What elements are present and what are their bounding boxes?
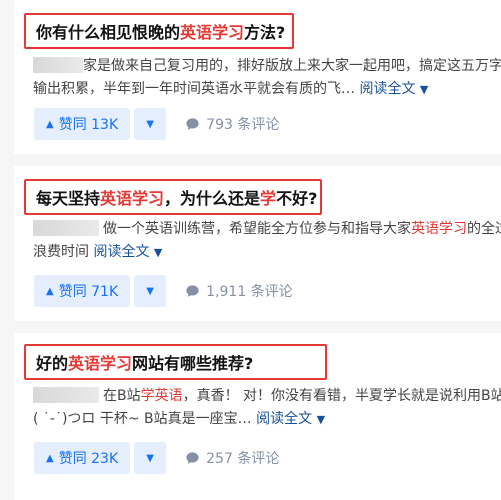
vote-count: 赞同 23K [58, 451, 119, 467]
title-text: 好的 [36, 354, 69, 373]
comment-count: 1,911 条评论 [206, 284, 293, 300]
excerpt-line: ，真香！ 对！你没有看错，半夏学长就是说利用B站 [182, 388, 501, 404]
chevron-down-icon[interactable]: ▼ [154, 246, 162, 259]
triangle-up-icon: ▲ [46, 452, 54, 464]
comment-count: 257 条评论 [206, 451, 280, 467]
read-more-link[interactable]: 阅读全文 [359, 81, 415, 97]
question-title[interactable]: 每天坚持 英语学习 ，为什么还是学不好? [24, 179, 322, 215]
comment-button[interactable]: 1,911 条评论 [185, 281, 293, 301]
title-text: ，为什么还是 [164, 189, 261, 208]
vote-count: 赞同 71K [58, 284, 119, 300]
triangle-up-icon: ▲ [46, 118, 54, 130]
title-text: 方法? [244, 23, 286, 42]
answer-excerpt[interactable]: 在B站学英语，真香！ 对！你没有看错，半夏学长就是说利用B站 ( ˙-˙)つロ … [33, 385, 501, 431]
excerpt-line: 做一个英语训练营，希望能全方位参与和指导大家 [103, 221, 411, 237]
excerpt-line: 家是做来自己复习用的，排好版放上来大家一起用吧，搞定这五万字 [83, 58, 501, 74]
title-text: 你有什么相见恨晚的 [36, 23, 181, 42]
action-bar: ▲ 赞同 23K ▼ 257 条评论 [34, 442, 279, 474]
title-keyword: 学 [260, 189, 277, 208]
title-text: 不好? [276, 189, 318, 208]
question-title[interactable]: 你有什么相见恨晚的 英语学习 方法? [24, 13, 294, 49]
title-keyword: 英语学习 [68, 354, 133, 373]
title-text: 每天坚持 [36, 189, 101, 208]
blurred-author [33, 57, 83, 73]
answer-excerpt[interactable]: 家是做来自己复习用的，排好版放上来大家一起用吧，搞定这五万字 输出积累，半年到一… [33, 55, 501, 101]
speech-bubble-icon [186, 117, 199, 130]
speech-bubble-icon [186, 284, 199, 297]
chevron-down-icon[interactable]: ▼ [420, 83, 428, 96]
blurred-author [33, 387, 99, 403]
upvote-button[interactable]: ▲ 赞同 13K [34, 108, 131, 140]
action-bar: ▲ 赞同 71K ▼ 1,911 条评论 [34, 275, 293, 307]
downvote-button[interactable]: ▼ [134, 275, 167, 307]
triangle-down-icon: ▼ [146, 285, 154, 297]
blurred-author [33, 220, 99, 236]
comment-button[interactable]: 257 条评论 [185, 448, 279, 468]
speech-bubble-icon [186, 451, 199, 464]
triangle-down-icon: ▼ [146, 452, 154, 464]
excerpt-line: 输出积累，半年到一年时间英语水平就会有质的飞… [33, 81, 355, 97]
excerpt-keyword: 学英语 [140, 388, 183, 404]
question-title[interactable]: 好的 英语学习 网站有哪些推荐? [24, 344, 327, 380]
comment-button[interactable]: 793 条评论 [185, 114, 279, 134]
upvote-button[interactable]: ▲ 赞同 23K [34, 442, 131, 474]
excerpt-line: 的全过 [467, 221, 501, 237]
answer-card: 好的 英语学习 网站有哪些推荐? 在B站学英语，真香！ 对！你没有看错，半夏学长就是… [14, 333, 501, 500]
comment-count: 793 条评论 [206, 117, 280, 133]
answer-card: 每天坚持 英语学习 ，为什么还是学不好? 做一个英语训练营，希望能全方位参与和指导大… [14, 166, 501, 321]
excerpt-line: 在B站 [103, 388, 141, 404]
triangle-down-icon: ▼ [146, 118, 154, 130]
answer-card: 你有什么相见恨晚的 英语学习 方法? 家是做来自己复习用的，排好版放上来大家一起用吧… [14, 0, 501, 154]
vote-count: 赞同 13K [58, 117, 119, 133]
title-text: 网站有哪些推荐? [132, 354, 254, 373]
action-bar: ▲ 赞同 13K ▼ 793 条评论 [34, 108, 279, 140]
downvote-button[interactable]: ▼ [134, 442, 167, 474]
chevron-down-icon[interactable]: ▼ [317, 413, 325, 426]
upvote-button[interactable]: ▲ 赞同 71K [34, 275, 131, 307]
title-keyword: 英语学习 [180, 23, 245, 42]
read-more-link[interactable]: 阅读全文 [256, 411, 312, 427]
triangle-up-icon: ▲ [46, 285, 54, 297]
title-keyword: 英语学习 [100, 189, 165, 208]
answer-excerpt[interactable]: 做一个英语训练营，希望能全方位参与和指导大家英语学习的全过 浪费时间 阅读全文 … [33, 218, 501, 264]
excerpt-line: 浪费时间 [33, 244, 89, 260]
read-more-link[interactable]: 阅读全文 [93, 244, 149, 260]
downvote-button[interactable]: ▼ [134, 108, 167, 140]
excerpt-keyword: 英语学习 [411, 221, 467, 237]
excerpt-line: ( ˙-˙)つロ 干杯~ B站真是一座宝… [33, 411, 252, 427]
